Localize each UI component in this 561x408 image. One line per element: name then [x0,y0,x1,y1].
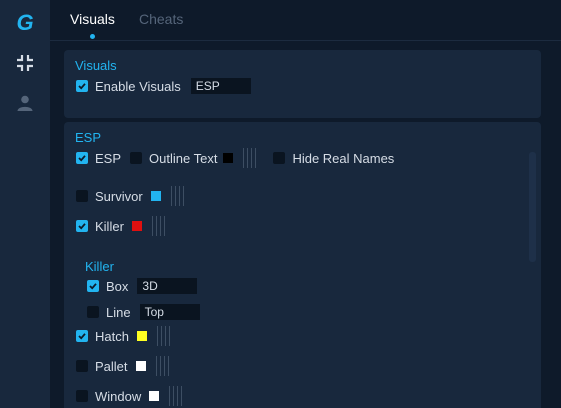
survivor-color-swatch[interactable] [150,191,161,201]
killer-color-slider[interactable] [151,216,165,236]
window-checkbox[interactable] [76,390,88,402]
pallet-color-slider[interactable] [155,356,169,376]
survivor-checkbox[interactable] [76,190,88,202]
killer-box-checkbox[interactable] [87,280,99,292]
killer-box-label: Box [106,278,129,294]
killer-box-row: Box 3D [87,278,198,294]
main-area: Visuals Cheats Visuals Enable Visuals ES… [50,0,561,408]
killer-row: Killer [76,216,165,236]
outline-text-color-slider[interactable] [243,148,257,168]
esp-row: ESP Outline Text Hide Real Names [76,148,395,168]
outline-text-label: Outline Text [149,150,218,166]
killer-subsection-title: Killer [85,259,114,274]
window-label: Window [95,388,142,404]
enable-visuals-checkbox[interactable] [76,80,88,92]
hide-real-names-checkbox[interactable] [273,152,286,164]
visuals-panel: Visuals Enable Visuals ESP [64,50,541,118]
killer-line-checkbox[interactable] [87,306,99,318]
survivor-row: Survivor [76,186,184,206]
tab-bar: Visuals Cheats [50,0,561,41]
killer-box-dropdown[interactable]: 3D [137,278,198,294]
hatch-row: Hatch [76,326,170,346]
hatch-color-slider[interactable] [156,326,170,346]
hide-real-names-label: Hide Real Names [292,150,395,166]
active-tab-indicator [90,34,95,39]
tab-visuals[interactable]: Visuals [70,11,115,27]
killer-checkbox[interactable] [76,220,88,232]
esp-label: ESP [95,150,122,166]
window-row: Window [76,386,183,406]
survivor-color-slider[interactable] [170,186,184,206]
pallet-row: Pallet [76,356,169,376]
esp-panel: ESP ESP Outline Text Hide Real Names Sur… [64,122,541,408]
pallet-checkbox[interactable] [76,360,88,372]
esp-panel-scrollbar[interactable] [529,152,536,262]
pallet-label: Pallet [95,358,128,374]
window-color-swatch[interactable] [149,391,160,401]
hatch-checkbox[interactable] [76,330,88,342]
hatch-color-swatch[interactable] [136,331,147,341]
pallet-color-swatch[interactable] [135,361,146,371]
sidebar: G [0,0,50,408]
killer-label: Killer [95,218,124,234]
user-icon[interactable] [15,93,35,113]
esp-section-title: ESP [75,130,102,145]
enable-visuals-label: Enable Visuals [95,78,181,94]
app-logo: G [16,10,34,35]
compress-icon[interactable] [15,53,35,73]
visuals-mode-dropdown[interactable]: ESP [190,78,251,94]
killer-line-label: Line [106,304,131,320]
outline-text-color-swatch[interactable] [223,153,234,163]
enable-visuals-row: Enable Visuals ESP [76,78,251,94]
survivor-label: Survivor [95,188,143,204]
hatch-label: Hatch [95,328,129,344]
killer-line-dropdown[interactable]: Top [139,304,200,320]
esp-checkbox[interactable] [76,152,88,164]
window-color-slider[interactable] [169,386,183,406]
killer-line-row: Line Top [87,304,200,320]
tab-cheats[interactable]: Cheats [139,11,183,27]
outline-text-checkbox[interactable] [130,152,143,164]
visuals-section-title: Visuals [75,58,117,73]
killer-color-swatch[interactable] [131,221,142,231]
